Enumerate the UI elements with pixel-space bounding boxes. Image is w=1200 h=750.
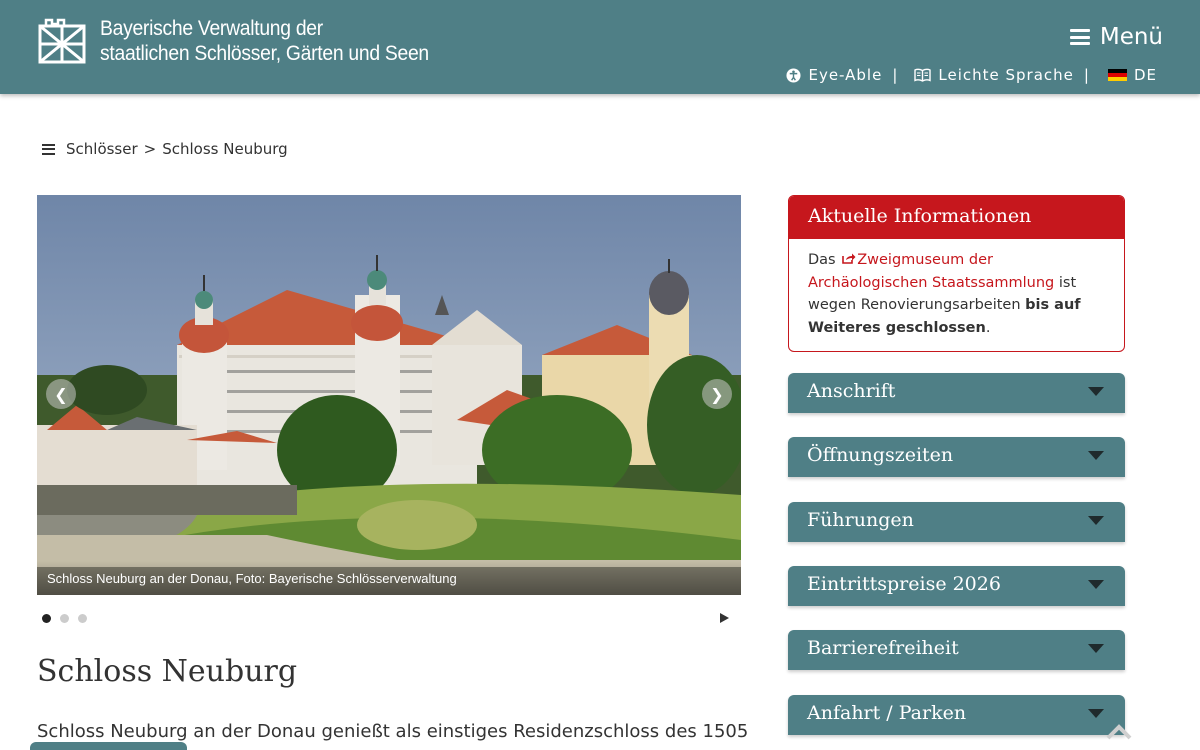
eye-able-label: Eye-Able <box>808 66 883 84</box>
leichte-sprache-label: Leichte Sprache <box>938 66 1074 84</box>
caret-down-icon <box>1088 516 1104 525</box>
info-text: . <box>985 319 991 336</box>
util-separator: | <box>892 66 899 84</box>
bsv-logo[interactable] <box>38 18 86 64</box>
util-separator: | <box>1083 66 1090 84</box>
accessibility-icon <box>786 67 801 83</box>
breadcrumb-parent[interactable]: Schlösser <box>66 140 138 158</box>
accordion-eintrittspreise[interactable]: Eintrittspreise 2026 <box>788 566 1125 606</box>
language-label: DE <box>1133 66 1157 84</box>
accordion-label: Öffnungszeiten <box>807 444 954 466</box>
caret-down-icon <box>1088 644 1104 653</box>
museum-link[interactable]: Zweigmuseum der Archäologischen Staatssa… <box>808 252 1059 291</box>
external-link-icon <box>842 253 856 264</box>
breadcrumb-current: Schloss Neuburg <box>162 140 288 158</box>
info-box-title: Aktuelle Informationen <box>789 196 1124 239</box>
site-header: Bayerische Verwaltung der staatlichen Sc… <box>0 0 1200 94</box>
german-flag-icon <box>1107 69 1127 81</box>
leichte-sprache-link[interactable]: Leichte Sprache <box>914 66 1074 84</box>
menu-label: Menü <box>1099 24 1163 50</box>
eye-able-link[interactable]: Eye-Able <box>786 66 882 84</box>
current-info-box: Aktuelle Informationen Das Zweigmuseum d… <box>788 195 1125 352</box>
org-name-line1: Bayerische Verwaltung der <box>100 17 323 40</box>
accordion-label: Barrierefreiheit <box>807 637 959 659</box>
accordion-label: Anschrift <box>807 380 896 402</box>
accordion-barrierefreiheit[interactable]: Barrierefreiheit <box>788 630 1125 670</box>
accordion-label: Führungen <box>807 509 914 531</box>
caret-down-icon <box>1088 709 1104 718</box>
castle-photo <box>37 195 741 595</box>
scroll-to-top-icon[interactable] <box>1104 721 1134 741</box>
caret-down-icon <box>1088 387 1104 396</box>
book-icon <box>914 68 932 82</box>
list-icon[interactable] <box>42 143 56 155</box>
play-icon[interactable] <box>720 613 729 623</box>
accordion-oeffnungszeiten[interactable]: Öffnungszeiten <box>788 437 1125 477</box>
chevron-left-icon: ❮ <box>54 384 68 404</box>
info-box-body: Das Zweigmuseum der Archäologischen Staa… <box>789 239 1124 339</box>
language-switch[interactable]: DE <box>1107 66 1157 84</box>
caret-down-icon <box>1088 580 1104 589</box>
accordion-anschrift[interactable]: Anschrift <box>788 373 1125 413</box>
breadcrumb-separator: > <box>143 140 157 158</box>
utility-nav: Eye-Able | Leichte Sprache | DE <box>786 66 1157 84</box>
slider-dots <box>42 614 87 623</box>
sticky-bar[interactable] <box>30 742 187 750</box>
accordion-label: Eintrittspreise 2026 <box>807 573 1001 595</box>
intro-text: Schloss Neuburg an der Donau genießt als… <box>37 721 749 742</box>
chevron-right-icon: ❯ <box>710 384 724 404</box>
slider-prev-button[interactable]: ❮ <box>46 379 76 409</box>
org-name-line2: staatlichen Schlösser, Gärten und Seen <box>100 42 429 65</box>
slide-caption: Schloss Neuburg an der Donau, Foto: Baye… <box>47 571 457 586</box>
caret-down-icon <box>1088 451 1104 460</box>
page-title: Schloss Neuburg <box>37 654 298 689</box>
breadcrumb: Schlösser > Schloss Neuburg <box>42 140 288 158</box>
info-text: Das <box>808 252 836 268</box>
accordion-anfahrt[interactable]: Anfahrt / Parken <box>788 695 1125 735</box>
slider-dot[interactable] <box>42 614 51 623</box>
accordion-label: Anfahrt / Parken <box>807 702 967 724</box>
accordion-fuehrungen[interactable]: Führungen <box>788 502 1125 542</box>
slider-dot[interactable] <box>60 614 69 623</box>
hamburger-icon <box>1069 29 1090 45</box>
menu-button[interactable]: Menü <box>1069 24 1163 50</box>
organization-name[interactable]: Bayerische Verwaltung der staatlichen Sc… <box>100 16 429 66</box>
image-slider[interactable]: Schloss Neuburg an der Donau, Foto: Baye… <box>37 195 741 595</box>
slider-next-button[interactable]: ❯ <box>702 379 732 409</box>
slider-dot[interactable] <box>78 614 87 623</box>
